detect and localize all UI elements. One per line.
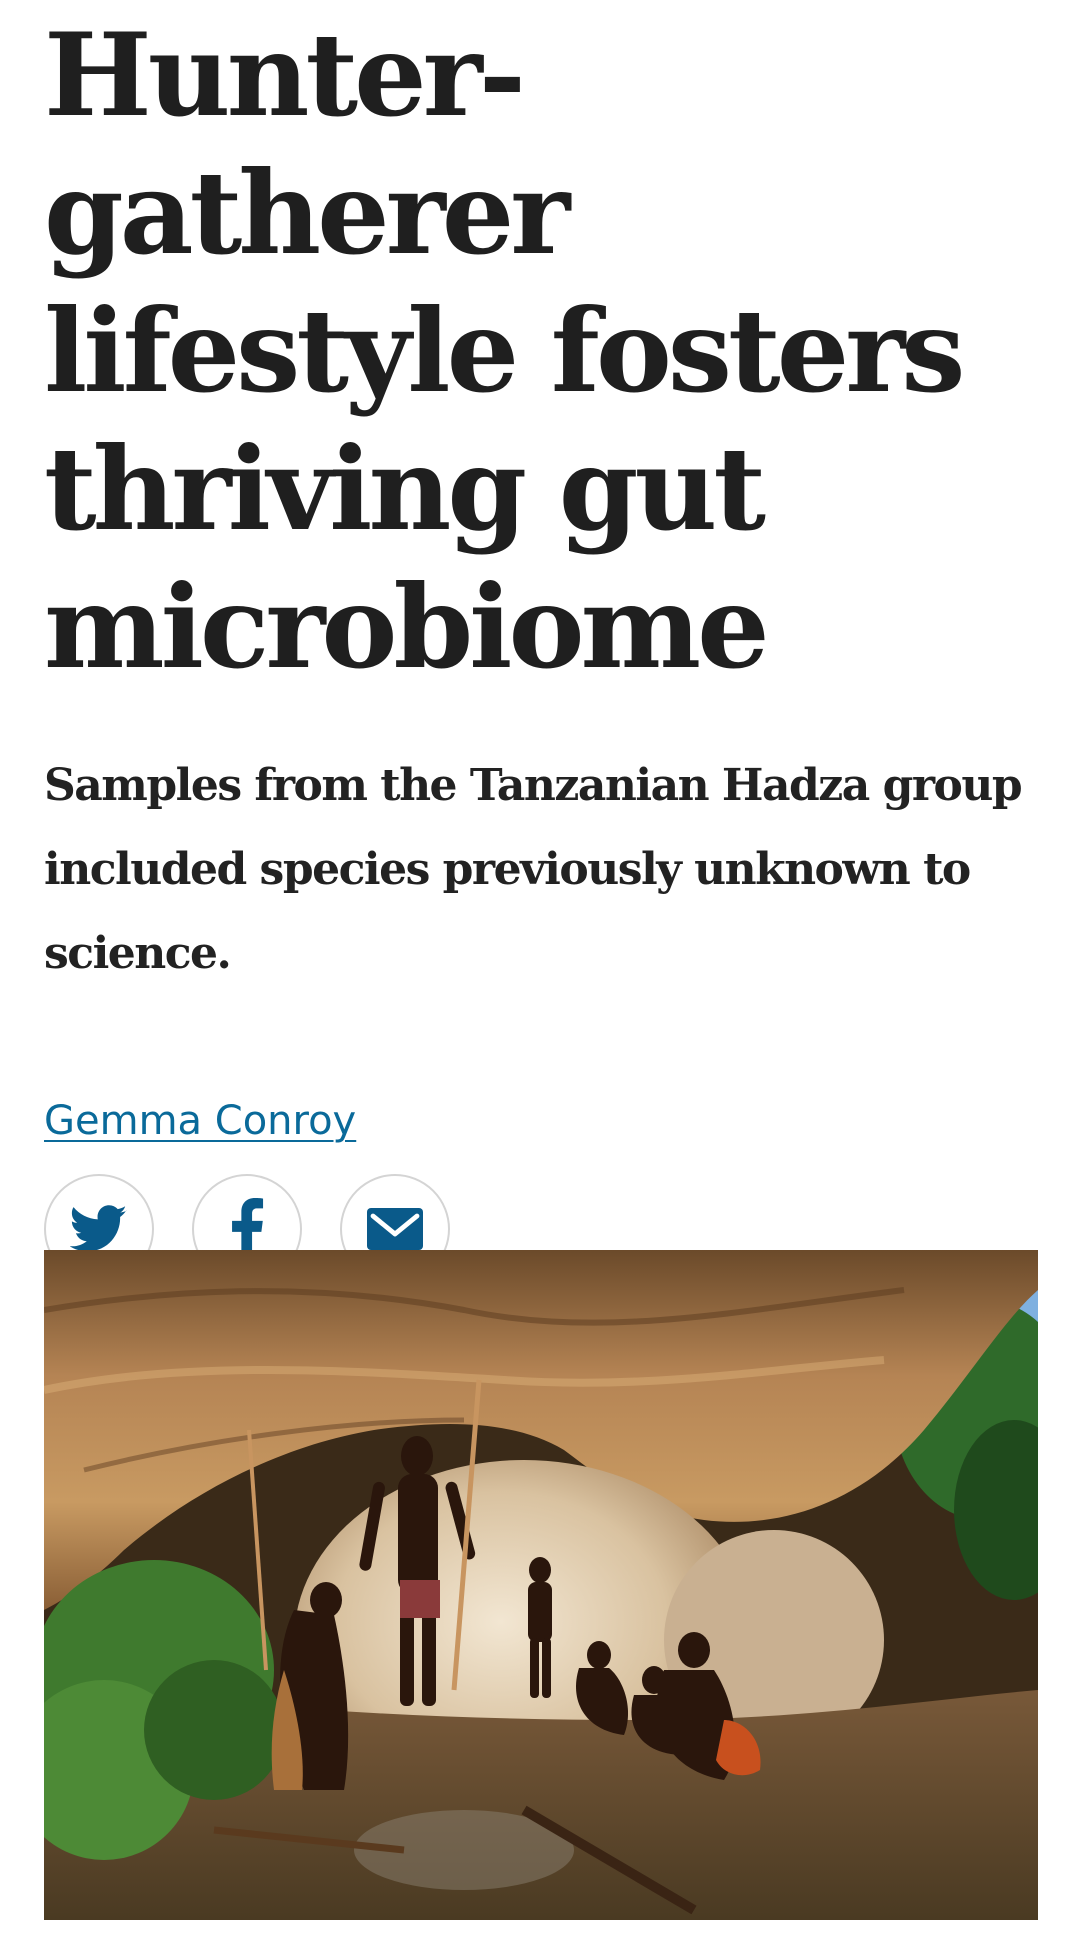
article: Hunter-gatherer lifestyle fosters thrivi… — [44, 0, 1044, 1284]
article-headline: Hunter-gatherer lifestyle fosters thrivi… — [44, 8, 965, 694]
email-icon — [367, 1208, 423, 1250]
article-standfirst: Samples from the Tanzanian Hadza group i… — [44, 760, 1023, 979]
twitter-icon — [70, 1205, 127, 1252]
hero-photo-hadza-people-rock-shelter — [44, 1250, 1038, 1920]
author-link[interactable]: Gemma Conroy — [44, 1098, 356, 1144]
